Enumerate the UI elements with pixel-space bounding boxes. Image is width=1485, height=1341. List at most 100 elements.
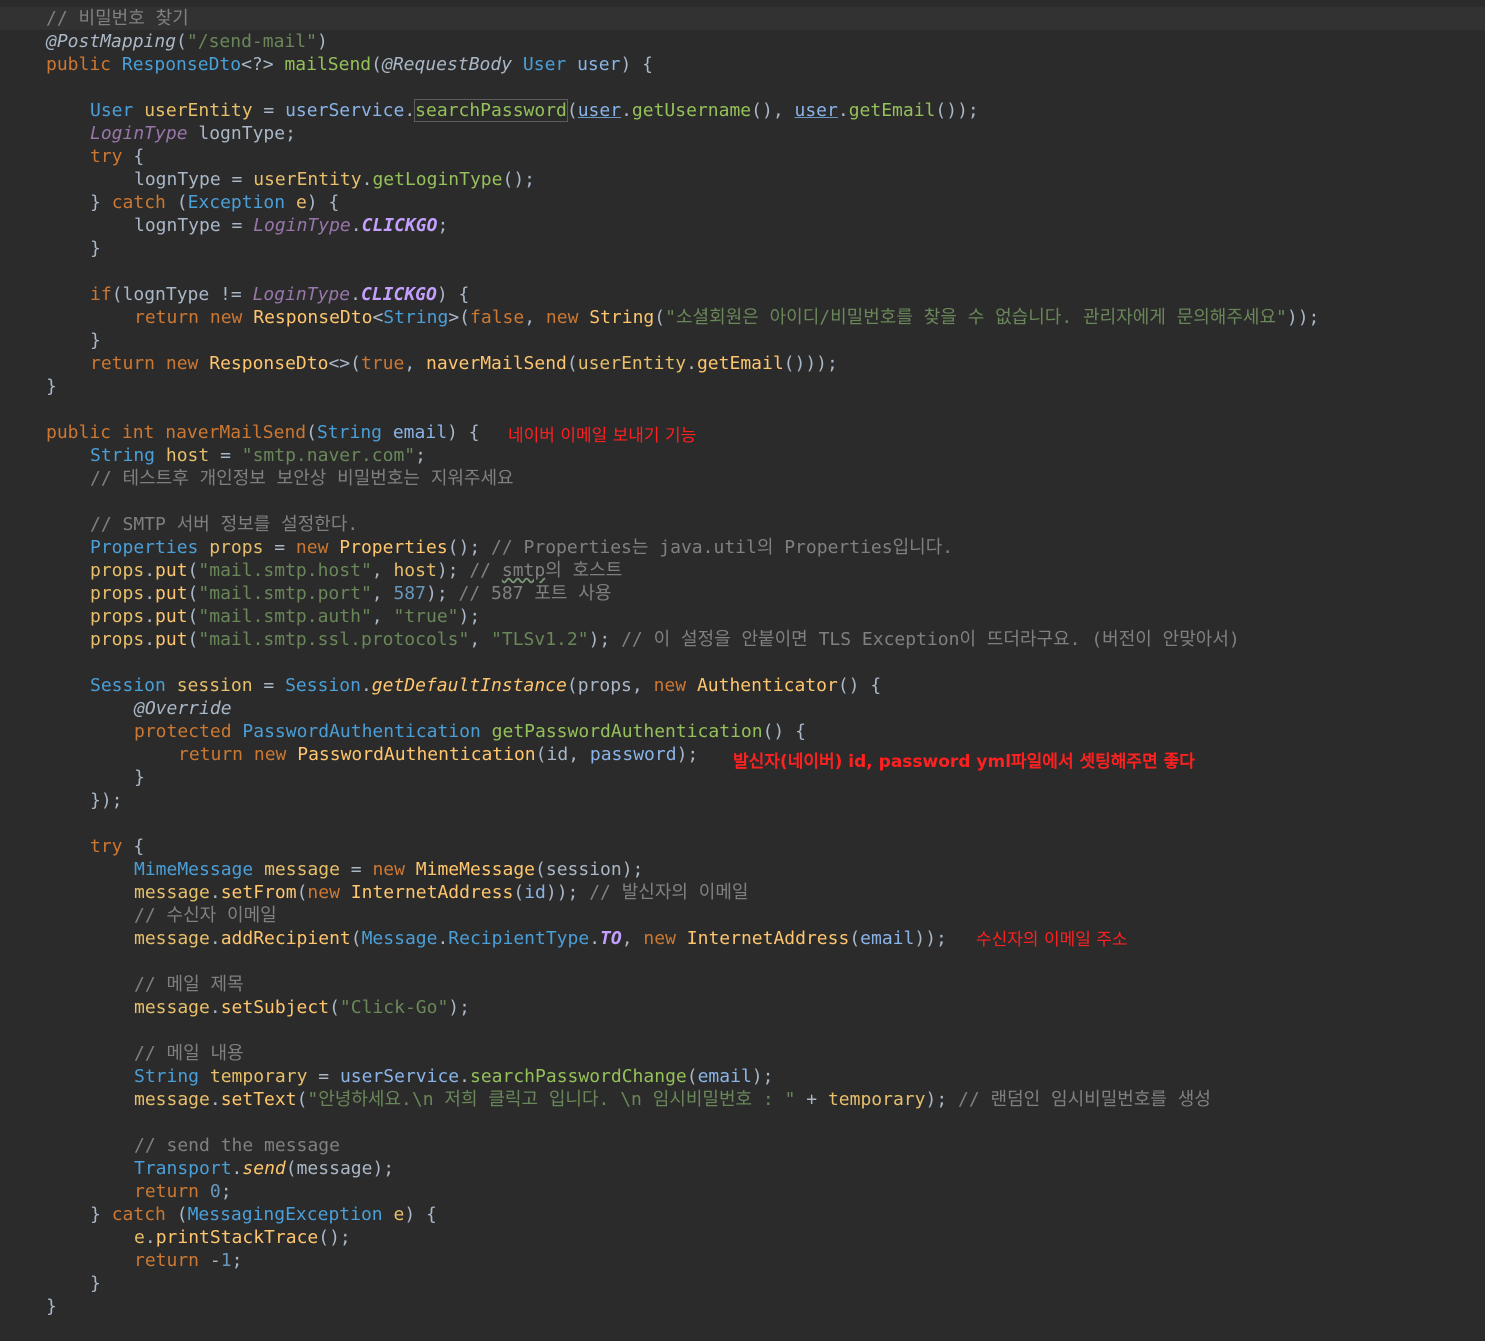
code-token: . [459,1066,470,1087]
type-name: LoginType [253,215,351,236]
code-line: message.addRecipient(Message.RecipientTy… [0,927,1485,950]
string-literal: "안녕하세요.\n 저희 클릭고 입니다. \n 임시비밀번호 : " [307,1089,796,1110]
type-name: Authenticator [696,675,838,696]
code-token: ( [187,606,199,627]
keyword: new [372,859,405,880]
code-line: @PostMapping("/send-mail") [0,30,1485,53]
code-token: ; [415,445,426,466]
type-name: ResponseDto [253,307,373,328]
code-line: // 수신자 이메일 [0,904,1485,927]
code-token: } [90,1204,112,1225]
keyword: new [295,537,329,558]
code-line: User userEntity = userService.searchPass… [0,99,1485,122]
variable: props [90,606,145,627]
code-line: lognType = LoginType.CLICKGO; [0,214,1485,237]
comment: // 587 포트 사용 [458,583,612,604]
code-line: MimeMessage message = new MimeMessage(se… [0,858,1485,881]
comment: smtp [501,560,546,581]
type-name: Properties [90,537,199,558]
type-name: InternetAddress [350,882,514,903]
type-name: RecipientType [448,928,590,949]
code-token: ) [316,31,328,52]
code-editor[interactable]: // 비밀번호 찾기 @PostMapping("/send-mail") pu… [0,0,1485,1341]
code-token: } [90,192,112,213]
code-token: ); [676,744,699,765]
code-token: ( [165,192,188,213]
code-token: , [404,353,427,374]
method-call: getEmail [848,100,936,121]
keyword: new [209,307,243,328]
parameter: email [697,1066,752,1087]
string-literal: "mail.smtp.port" [198,583,372,604]
code-token: } [46,376,57,397]
code-token: . [144,606,156,627]
code-line: message.setText("안녕하세요.\n 저희 클릭고 입니다. \n… [0,1088,1485,1111]
keyword: catch [111,192,166,213]
code-line: } [0,766,1485,789]
type-name: User [90,100,134,121]
variable: e [295,192,307,213]
keyword: new [545,307,579,328]
variable: session [545,859,622,880]
code-token: . [350,284,361,305]
type-name: ResponseDto [121,54,242,75]
type-name: Message [361,928,438,949]
code-token: , [524,307,546,328]
code-token: . [144,1227,156,1248]
code-token: ()); [935,100,979,121]
code-token: , [568,744,590,765]
code-token: ( [535,859,546,880]
code-token: lognType = [134,215,254,236]
variable: temporary [827,1089,926,1110]
enum-constant: CLICKGO [360,284,437,305]
code-line: lognType = userEntity.getLoginType(); [0,168,1485,191]
code-token: () { [837,675,882,696]
code-line: // SMTP 서버 정보를 설정한다. [0,513,1485,536]
variable: message [134,882,210,903]
field: password [589,744,677,765]
type-name: String [589,307,655,328]
code-token: ( [513,882,525,903]
code-token: = [252,675,286,696]
code-token: ( [187,629,199,650]
keyword: return [178,744,244,765]
code-token: , [469,629,492,650]
method-name: naverMailSend [165,422,307,443]
code-line: // 메일 제목 [0,973,1485,996]
code-line: // 메일 내용 [0,1042,1485,1065]
type-name: MimeMessage [415,859,536,880]
variable: host [165,445,210,466]
code-line: } [0,375,1485,398]
type-name: User [522,54,567,75]
code-line: Properties props = new Properties(); // … [0,536,1485,559]
code-line: protected PasswordAuthentication getPass… [0,720,1485,743]
type-name: Transport [134,1158,232,1179]
code-token: ( [296,882,308,903]
code-token: ); [448,997,470,1018]
comment: // 메일 내용 [134,1043,244,1064]
code-line: message.setSubject("Click-Go"); [0,996,1485,1019]
type-name: String [316,422,382,443]
code-line: } [0,1295,1485,1318]
code-token: lognType; [187,123,296,144]
variable: host [393,560,437,581]
method-call: put [155,629,188,650]
code-token: . [209,928,221,949]
code-line: public ResponseDto<?> mailSend(@RequestB… [0,53,1485,76]
field: userService [285,100,405,121]
code-token: = [339,859,373,880]
annotation: @PostMapping [46,31,177,52]
code-line: return new ResponseDto<>(true, naverMail… [0,352,1485,375]
variable: props [90,583,145,604]
code-token: ) { [306,192,340,213]
code-token: ); [425,583,459,604]
code-token: ( [566,100,578,121]
variable: userEntity [577,353,687,374]
comment: // SMTP 서버 정보를 설정한다. [90,514,359,535]
method-call: setSubject [220,997,330,1018]
